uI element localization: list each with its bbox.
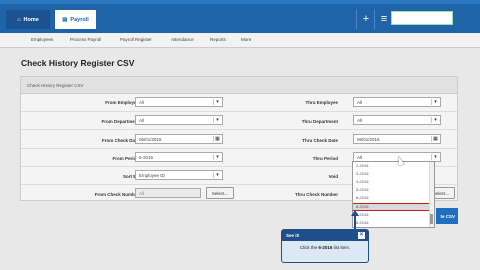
thru-employee-value: All xyxy=(357,100,363,105)
thru-period-label: Thru Period xyxy=(312,156,338,161)
guide-callout: See it! ✕ Click the 6-2016 list item. xyxy=(281,210,369,263)
top-stripe xyxy=(0,0,480,4)
chevron-down-icon: ▾ xyxy=(213,99,221,105)
chevron-down-icon: ▾ xyxy=(213,117,221,123)
dropdown-option[interactable]: 8-2016 xyxy=(353,220,429,226)
thru-department-label: Thru Department xyxy=(301,119,338,124)
row-divider xyxy=(21,129,457,130)
from-employee-select[interactable]: All ▾ xyxy=(135,97,223,107)
thru-check-date-label: Thru Check Date xyxy=(302,138,338,143)
tab-home-label: Home xyxy=(23,16,39,23)
row-divider xyxy=(21,148,457,149)
nav-employees[interactable]: Employees xyxy=(31,37,53,42)
dropdown-option[interactable]: 2-2016 xyxy=(353,163,429,169)
home-icon: ⌂ xyxy=(17,16,21,23)
thru-period-dropdown-list[interactable]: 2-2016 3-2016 4-2016 5-2016 6-2016 6-201… xyxy=(352,161,435,228)
from-check-date-input[interactable]: 06/01/2016 ▦ xyxy=(135,134,223,144)
nav-process-payroll[interactable]: Process Payroll xyxy=(70,37,101,42)
generate-csv-button[interactable]: te CSV xyxy=(436,208,458,224)
calendar-icon[interactable]: ▦ xyxy=(213,136,221,142)
void-label: Void xyxy=(328,174,338,179)
hamburger-icon[interactable]: ≡ xyxy=(377,10,391,27)
tab-payroll[interactable]: ▤ Payroll xyxy=(55,10,96,29)
callout-title: See it! xyxy=(282,230,368,241)
toolbar-divider xyxy=(374,9,375,29)
dropdown-option[interactable]: 7-2016 xyxy=(353,212,429,218)
close-icon[interactable]: ✕ xyxy=(357,231,366,240)
callout-pointer xyxy=(354,214,356,231)
panel-header: Check History Register CSV xyxy=(21,77,457,94)
from-period-label: From Period xyxy=(112,156,139,161)
callout-text-bold: 6-2016 xyxy=(318,245,333,250)
thru-check-number-label: Thru Check Number xyxy=(294,192,338,197)
from-department-label: From Department xyxy=(101,119,139,124)
thru-employee-select[interactable]: All ▾ xyxy=(353,97,441,107)
dropdown-option[interactable]: 3-2016 xyxy=(353,171,429,177)
callout-pointer-head xyxy=(351,210,359,216)
thru-employee-label: Thru Employee xyxy=(305,100,338,105)
plus-icon[interactable]: + xyxy=(359,10,373,27)
from-check-number-select-button[interactable]: Select... xyxy=(206,187,234,199)
callout-text-suffix: list item. xyxy=(332,245,351,250)
top-app-bar: ⌂ Home ▤ Payroll + ≡ xyxy=(0,0,480,33)
thru-department-value: All xyxy=(357,118,363,123)
calendar-icon[interactable]: ▦ xyxy=(431,136,439,142)
from-employee-value: All xyxy=(139,100,145,105)
dropdown-option[interactable]: 5-2016 xyxy=(353,187,429,193)
thru-department-select[interactable]: All ▾ xyxy=(353,115,441,125)
from-check-number-value: All xyxy=(139,191,145,196)
from-check-number-field: All xyxy=(135,188,201,198)
chevron-down-icon: ▾ xyxy=(431,117,439,123)
tab-home[interactable]: ⌂ Home xyxy=(6,10,50,29)
callout-text: Click the 6-2016 list item. xyxy=(282,245,368,250)
from-check-date-value: 06/01/2016 xyxy=(139,137,162,142)
nav-payroll-register[interactable]: Payroll Register xyxy=(120,37,152,42)
from-department-select[interactable]: All ▾ xyxy=(135,115,223,125)
toolbar-divider xyxy=(356,9,357,29)
from-check-number-label: From Check Number xyxy=(94,192,139,197)
callout-text-prefix: Click the xyxy=(299,245,319,250)
thru-period-value: All xyxy=(357,155,363,160)
dropdown-option[interactable]: 4-2016 xyxy=(353,179,429,185)
sort-by-label: Sort By xyxy=(122,174,139,179)
from-period-value: 6-2016 xyxy=(139,155,154,160)
from-period-select[interactable]: 6-2016 ▾ xyxy=(135,152,223,162)
chevron-down-icon: ▾ xyxy=(431,99,439,105)
page-title: Check History Register CSV xyxy=(21,58,135,68)
payroll-icon: ▤ xyxy=(62,16,68,23)
search-input[interactable] xyxy=(391,11,453,25)
chevron-down-icon: ▾ xyxy=(431,154,439,160)
tab-payroll-label: Payroll xyxy=(70,16,89,23)
from-employee-label: From Employee xyxy=(105,100,139,105)
thru-check-date-value: 06/01/2016 xyxy=(357,137,380,142)
dropdown-option[interactable]: 6-2016 xyxy=(353,195,429,201)
sort-by-select[interactable]: Employee ID ▾ xyxy=(135,170,223,180)
chevron-down-icon: ▾ xyxy=(213,154,221,160)
dropdown-scroll-thumb[interactable] xyxy=(430,214,433,224)
dropdown-option-highlighted[interactable]: 6-2016 xyxy=(353,203,430,211)
from-check-date-label: From Check Date xyxy=(101,138,139,143)
module-nav: Employees Process Payroll Payroll Regist… xyxy=(0,33,480,48)
from-department-value: All xyxy=(139,118,145,123)
row-divider xyxy=(21,111,457,112)
thru-check-date-input[interactable]: 06/01/2016 ▦ xyxy=(353,134,441,144)
chevron-down-icon: ▾ xyxy=(213,172,221,178)
nav-reports[interactable]: Reports xyxy=(210,37,226,42)
nav-attendance[interactable]: Attendance xyxy=(171,37,194,42)
sort-by-value: Employee ID xyxy=(139,173,165,178)
nav-more[interactable]: More xyxy=(241,37,251,42)
